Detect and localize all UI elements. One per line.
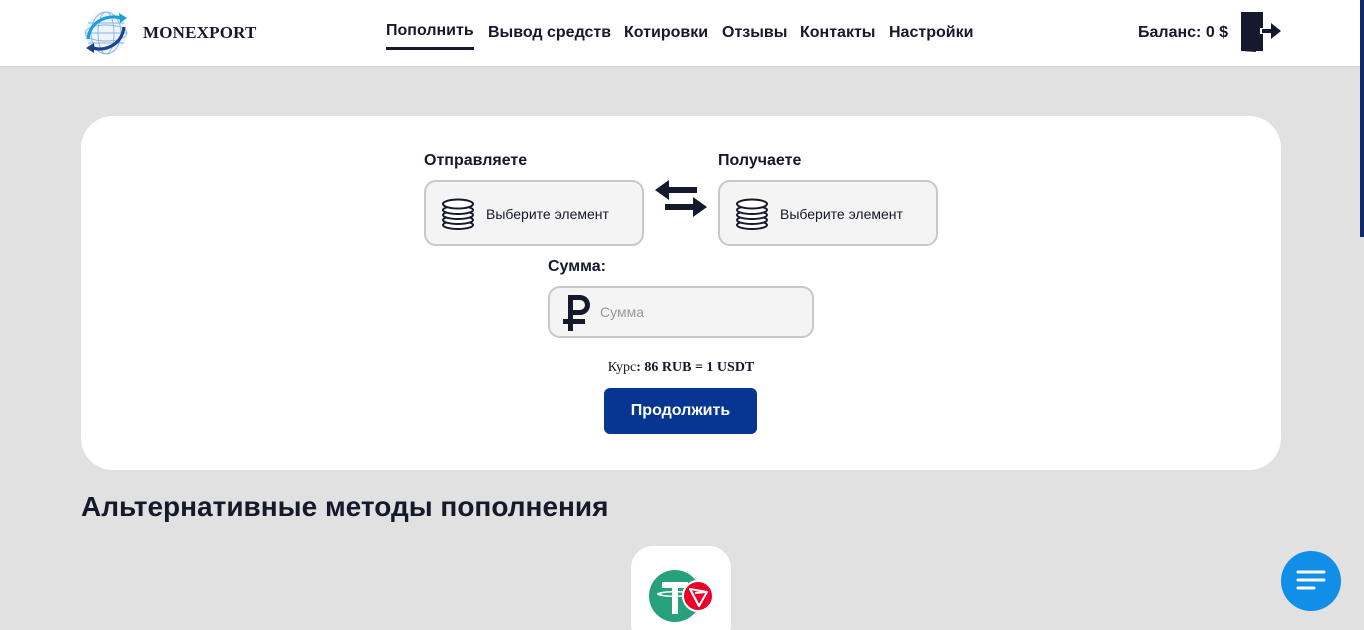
nav-settings[interactable]: Настройки xyxy=(889,24,973,42)
send-select-text: Выберите элемент xyxy=(486,206,609,222)
logout-icon[interactable] xyxy=(1240,11,1282,53)
usdt-trc20-icon xyxy=(649,570,714,622)
send-currency-select[interactable]: Выберите элемент xyxy=(424,180,644,246)
alternatives-title: Альтернативные методы пополнения xyxy=(81,491,609,522)
nav-quotes[interactable]: Котировки xyxy=(624,24,708,42)
page-scrollbar[interactable] xyxy=(1360,0,1364,237)
exchange-card: Отправляете Выберите элемент Получаете В… xyxy=(81,116,1281,470)
rate-value: : 86 RUB = 1 USDT xyxy=(636,360,755,375)
rate-label: Курс xyxy=(607,360,637,375)
balance: Баланс: 0 $ xyxy=(1138,24,1228,42)
globe-arrows-icon[interactable] xyxy=(82,9,130,57)
receive-currency-select[interactable]: Выберите элемент xyxy=(718,180,938,246)
nav-deposit[interactable]: Пополнить xyxy=(386,22,474,50)
amount-label: Сумма: xyxy=(548,258,606,275)
receive-label: Получаете xyxy=(718,152,802,169)
chat-button[interactable] xyxy=(1281,551,1341,611)
amount-field[interactable] xyxy=(548,286,814,338)
coins-icon xyxy=(736,198,768,230)
balance-label: Баланс: xyxy=(1138,24,1202,41)
continue-button[interactable]: Продолжить xyxy=(604,388,757,434)
nav-withdraw[interactable]: Вывод средств xyxy=(488,24,611,42)
nav-reviews[interactable]: Отзывы xyxy=(722,24,787,42)
exchange-rate: Курс: 86 RUB = 1 USDT xyxy=(81,360,1281,376)
swap-arrows-icon[interactable] xyxy=(655,178,707,222)
receive-select-text: Выберите элемент xyxy=(780,206,903,222)
top-header: MONEXPORT Пополнить Вывод средств Котиро… xyxy=(0,0,1364,67)
ruble-icon xyxy=(563,295,590,331)
method-card-usdt-trc20[interactable] xyxy=(631,546,731,630)
amount-input[interactable] xyxy=(600,300,800,324)
send-label: Отправляете xyxy=(424,152,528,169)
chat-lines-icon xyxy=(1296,570,1326,590)
balance-value: 0 $ xyxy=(1205,24,1229,41)
nav-contacts[interactable]: Контакты xyxy=(800,24,875,42)
coins-icon xyxy=(442,198,474,230)
brand-name[interactable]: MONEXPORT xyxy=(143,23,257,43)
